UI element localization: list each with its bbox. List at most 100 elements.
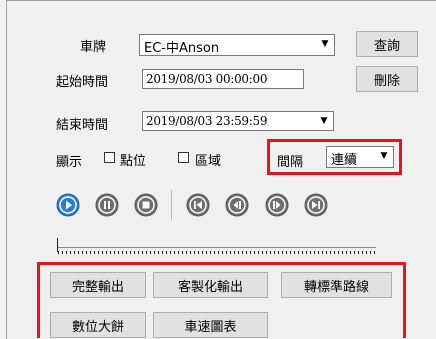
timeline-tick: [254, 251, 255, 254]
end-time-label: 結束時間: [56, 118, 109, 133]
chevron-down-icon[interactable]: ▼: [316, 113, 332, 129]
timeline-tick: [318, 251, 319, 254]
timeline-tick: [162, 251, 163, 254]
chevron-down-icon[interactable]: ▼: [376, 148, 392, 164]
timeline-tick: [126, 251, 127, 254]
timeline-tick: [58, 251, 59, 254]
timeline-tick: [298, 251, 299, 254]
delete-button[interactable]: 刪除: [356, 66, 418, 92]
rewind-icon: [225, 193, 249, 217]
play-icon: [56, 193, 80, 217]
timeline-thumb[interactable]: [57, 238, 58, 252]
end-time-value: 2019/08/03 23:59:59: [146, 114, 268, 128]
interval-select[interactable]: 連續 ▼: [326, 146, 394, 168]
standard-route-button[interactable]: 轉標準路線: [281, 272, 392, 298]
timeline-tick: [238, 251, 239, 254]
timeline-tick: [110, 251, 111, 254]
end-time-field[interactable]: 2019/08/03 23:59:59 ▼: [142, 111, 334, 131]
timeline-tick: [314, 251, 315, 254]
timeline-tick: [330, 251, 331, 254]
interval-label: 間隔: [277, 155, 304, 170]
pause-button[interactable]: [95, 193, 119, 217]
timeline-tick: [74, 251, 75, 254]
timeline-tick: [146, 251, 147, 254]
timeline-tick: [86, 251, 87, 254]
timeline-tick: [306, 251, 307, 254]
timeline-tick: [166, 251, 167, 254]
skip-back-icon: [186, 193, 210, 217]
full-export-button[interactable]: 完整輸出: [50, 272, 146, 298]
timeline-tick: [190, 251, 191, 254]
timeline-tick: [370, 251, 371, 254]
stop-button[interactable]: [134, 193, 158, 217]
timeline-tick: [346, 251, 347, 254]
start-time-field[interactable]: 2019/08/03 00:00:00: [142, 69, 304, 89]
timeline-tick: [250, 251, 251, 254]
timeline-tick: [182, 251, 183, 254]
timeline-tick: [366, 251, 367, 254]
timeline-tick: [82, 251, 83, 254]
timeline-tick: [158, 251, 159, 254]
timeline-tick: [218, 251, 219, 254]
timeline-tick: [310, 251, 311, 254]
timeline-tick: [174, 251, 175, 254]
timeline-tick: [282, 251, 283, 254]
timeline-tick: [114, 251, 115, 254]
timeline-tick: [118, 251, 119, 254]
fast-forward-button[interactable]: [265, 193, 289, 217]
rewind-button[interactable]: [225, 193, 249, 217]
timeline-tick: [226, 251, 227, 254]
timeline-tick: [302, 251, 303, 254]
vehicle-select[interactable]: EC-中Anson ▼: [139, 34, 335, 56]
timeline-tick: [278, 251, 279, 254]
chevron-down-icon[interactable]: ▼: [317, 36, 333, 52]
query-button[interactable]: 查詢: [356, 31, 418, 57]
timeline-tick: [246, 251, 247, 254]
point-label: 點位: [120, 154, 147, 169]
stop-icon: [134, 193, 158, 217]
timeline-tick: [270, 251, 271, 254]
timeline-tick: [202, 251, 203, 254]
play-button[interactable]: [56, 193, 80, 217]
timeline-tick: [222, 251, 223, 254]
timeline-tick: [78, 251, 79, 254]
timeline-tick: [234, 251, 235, 254]
timeline-tick: [138, 251, 139, 254]
timeline-tick: [122, 251, 123, 254]
point-checkbox[interactable]: [104, 152, 115, 163]
next-button[interactable]: [304, 193, 328, 217]
custom-export-button[interactable]: 客製化輸出: [153, 272, 268, 298]
timeline-tick: [94, 251, 95, 254]
timeline-ticks: [58, 247, 376, 254]
vehicle-label: 車牌: [80, 40, 107, 55]
timeline-tick: [62, 251, 63, 254]
skip-forward-icon: [304, 193, 328, 217]
area-checkbox[interactable]: [178, 152, 189, 163]
vehicle-value: EC-中Anson: [144, 41, 220, 56]
timeline-tick: [210, 251, 211, 254]
timeline-tick: [214, 251, 215, 254]
timeline-tick: [242, 251, 243, 254]
toolbar-separator: [171, 190, 172, 220]
timeline-tick: [290, 251, 291, 254]
timeline-tick: [354, 251, 355, 254]
timeline-tick: [206, 251, 207, 254]
display-label: 顯示: [56, 155, 83, 170]
timeline-tick: [106, 251, 107, 254]
timeline-tick: [66, 251, 67, 254]
digital-pie-button[interactable]: 數位大餅: [50, 312, 146, 338]
timeline-tick: [194, 251, 195, 254]
timeline-tick: [70, 251, 71, 254]
fast-forward-icon: [265, 193, 289, 217]
timeline-tick: [134, 251, 135, 254]
timeline-tick: [170, 251, 171, 254]
pause-icon: [95, 193, 119, 217]
timeline-tick: [338, 251, 339, 254]
timeline-tick: [186, 251, 187, 254]
previous-button[interactable]: [186, 193, 210, 217]
speed-chart-button[interactable]: 車速圖表: [153, 312, 268, 338]
timeline-tick: [90, 251, 91, 254]
timeline-tick: [230, 251, 231, 254]
timeline-tick: [334, 251, 335, 254]
timeline-tick: [130, 251, 131, 254]
